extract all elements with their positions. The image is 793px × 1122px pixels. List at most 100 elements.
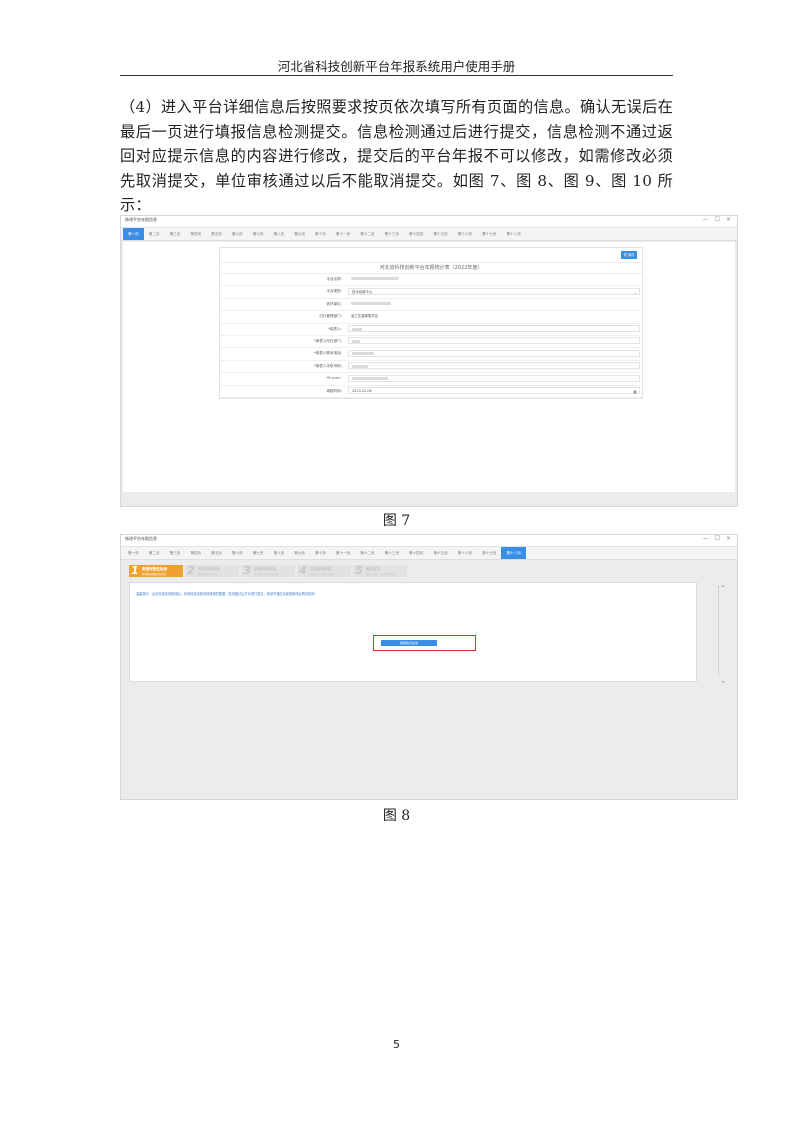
tab-page-13[interactable]: 第十三页 [380, 547, 404, 559]
step-num: 1 [131, 564, 139, 577]
step-num: 3 [243, 564, 251, 577]
chevron-down-icon: ⌄ [633, 289, 637, 295]
body-paragraph: （4）进入平台详细信息后按照要求按页依次填写所有页面的信息。确认无误后在最后一页… [120, 98, 673, 214]
header-rule [120, 75, 673, 76]
form-row: 归口管理部门: 省卫生健康委员会 [220, 311, 642, 324]
step-progress: 1 数据完整性检测 检测填报数据是否完整 2 附件信息检测 检测附件信息是否上传 3 填报信息… [129, 564, 409, 579]
scroll-up-icon[interactable]: ▴ [722, 583, 724, 588]
redacted-value [352, 352, 374, 356]
tab-page-15[interactable]: 第十五页 [428, 547, 452, 559]
platform-type-select[interactable]: 技术创新中心 ⌄ [348, 287, 640, 295]
tab-page-4[interactable]: 第四页 [185, 228, 206, 240]
date-field[interactable]: 2023-02-06 ▦ [348, 387, 640, 395]
tab-page-11[interactable]: 第十一页 [331, 547, 355, 559]
field-value[interactable] [348, 325, 640, 333]
calendar-icon[interactable]: ▦ [633, 388, 637, 395]
tab-page-12[interactable]: 第十二页 [355, 228, 379, 240]
form-fields: 平台名称: 平台类型: 技术创新中心 ⌄ 依托单位: 归口管理部门: 省卫生健康委员会 *填表… [220, 274, 642, 398]
step-sub: 生成平台年报统计数据 [310, 572, 334, 576]
step-sub: 检测填报信息是否正确 [254, 572, 278, 576]
field-label: 填报时间: [326, 388, 342, 393]
check-panel: 温馨提示：点击信息检测按钮后，系统将自动检测您填报的数据，检测通过后方可进行提交… [129, 582, 697, 682]
step-4: 4 生成年报数据 生成平台年报统计数据 [297, 564, 351, 577]
tab-page-14[interactable]: 第十四页 [404, 228, 428, 240]
tab-page-17[interactable]: 第十七页 [477, 547, 501, 559]
save-button[interactable]: 暂 保存 [621, 251, 637, 259]
tab-page-18[interactable]: 第十八页 [501, 547, 526, 559]
step-num: 5 [355, 564, 363, 577]
tab-page-2[interactable]: 第二页 [144, 228, 165, 240]
form-row: 依托单位: [220, 299, 642, 312]
field-value[interactable] [348, 374, 640, 382]
tab-page-3[interactable]: 第三页 [165, 228, 186, 240]
tab-page-5[interactable]: 第五页 [206, 547, 227, 559]
tab-page-18[interactable]: 第十八页 [501, 228, 525, 240]
field-label: 依托单位: [326, 301, 342, 306]
figure-7-caption: 图 7 [382, 513, 411, 529]
step-2: 2 附件信息检测 检测附件信息是否上传 [185, 564, 239, 577]
window-controls-icon[interactable]: — ☐ × [703, 535, 733, 542]
tab-page-5[interactable]: 第五页 [206, 228, 227, 240]
tab-page-16[interactable]: 第十六页 [453, 547, 477, 559]
tab-page-7[interactable]: 第七页 [248, 228, 269, 240]
scroll-track[interactable] [718, 586, 720, 676]
tab-page-11[interactable]: 第十一页 [331, 228, 355, 240]
tab-page-17[interactable]: 第十七页 [477, 228, 501, 240]
step-sub: 确认无误后，提交年报信息 [366, 572, 395, 576]
check-info-button[interactable]: 填报信息检测 [381, 640, 437, 646]
notice-text: 温馨提示：点击信息检测按钮后，系统将自动检测您填报的数据，检测通过后方可进行提交… [136, 592, 315, 596]
field-value[interactable] [348, 349, 640, 357]
field-value: 省卫生健康委员会 [348, 313, 640, 320]
tab-page-1[interactable]: 第一页 [123, 228, 144, 240]
tab-page-8[interactable]: 第八页 [268, 547, 289, 559]
tab-page-2[interactable]: 第二页 [144, 547, 165, 559]
redacted-value [352, 364, 368, 368]
tab-page-9[interactable]: 第九页 [289, 228, 310, 240]
running-header: 河北省科技创新平台年报系统用户使用手册 [277, 59, 516, 74]
tab-page-3[interactable]: 第三页 [165, 547, 186, 559]
form-row: 填报时间: 2023-02-06 ▦ [220, 386, 642, 398]
tab-page-13[interactable]: 第十三页 [380, 228, 404, 240]
step-sub: 检测填报数据是否完整 [142, 572, 166, 576]
form-row: 平台名称: [220, 274, 642, 287]
window-title: 修改平台年报信息 [125, 536, 157, 541]
window-titlebar: 修改平台年报信息 — ☐ × [121, 535, 737, 547]
tab-page-10[interactable]: 第十页 [310, 547, 331, 559]
tab-page-8[interactable]: 第八页 [268, 228, 289, 240]
tab-page-10[interactable]: 第十页 [310, 228, 331, 240]
figure-7-screenshot: 修改平台年报信息 — ☐ × 第一页 第二页 第三页 第四页 第五页 第六页 第七页 第八页第… [120, 215, 738, 507]
annual-report-form: 暂 保存 河北省科技创新平台年报统计表（2022年度） 平台名称: 平台类型: 技术… [219, 247, 643, 399]
field-value [348, 276, 640, 283]
tab-page-1[interactable]: 第一页 [123, 547, 144, 559]
tab-page-6[interactable]: 第六页 [227, 228, 248, 240]
field-value [348, 300, 640, 307]
redacted-value [352, 377, 388, 381]
tab-page-16[interactable]: 第十六页 [453, 228, 477, 240]
window-controls-icon[interactable]: — ☐ × [703, 216, 733, 223]
tab-page-14[interactable]: 第十四页 [404, 547, 428, 559]
form-heading: 河北省科技创新平台年报统计表（2022年度） [220, 263, 642, 274]
tab-page-7[interactable]: 第七页 [248, 547, 269, 559]
step-num: 2 [187, 564, 195, 577]
tab-page-12[interactable]: 第十二页 [355, 547, 379, 559]
form-toolbar: 暂 保存 [220, 248, 642, 263]
step-5: 5 确认提交 确认无误后，提交年报信息 [353, 564, 407, 577]
tab-page-15[interactable]: 第十五页 [428, 228, 452, 240]
field-label: 平台名称: [326, 277, 342, 281]
tab-page-9[interactable]: 第九页 [289, 547, 310, 559]
highlight-box: 填报信息检测 [373, 635, 476, 651]
field-label: *E-mail : [326, 376, 342, 381]
field-label: *填表人手机号码: [313, 363, 342, 368]
field-label: *填表人: [328, 326, 342, 331]
redacted-value [352, 339, 360, 343]
scroll-down-icon[interactable]: ▾ [722, 679, 724, 684]
step-1: 1 数据完整性检测 检测填报数据是否完整 [129, 564, 183, 577]
field-value[interactable] [348, 337, 640, 345]
tab-page-6[interactable]: 第六页 [227, 547, 248, 559]
form-row: *填表人所在部门: [220, 336, 642, 349]
step-3: 3 填报信息检测 检测填报信息是否正确 [241, 564, 295, 577]
form-row: *填表人: [220, 324, 642, 336]
field-value[interactable] [348, 362, 640, 370]
tab-page-4[interactable]: 第四页 [185, 547, 206, 559]
form-area: 暂 保存 河北省科技创新平台年报统计表（2022年度） 平台名称: 平台类型: 技术… [123, 242, 735, 492]
